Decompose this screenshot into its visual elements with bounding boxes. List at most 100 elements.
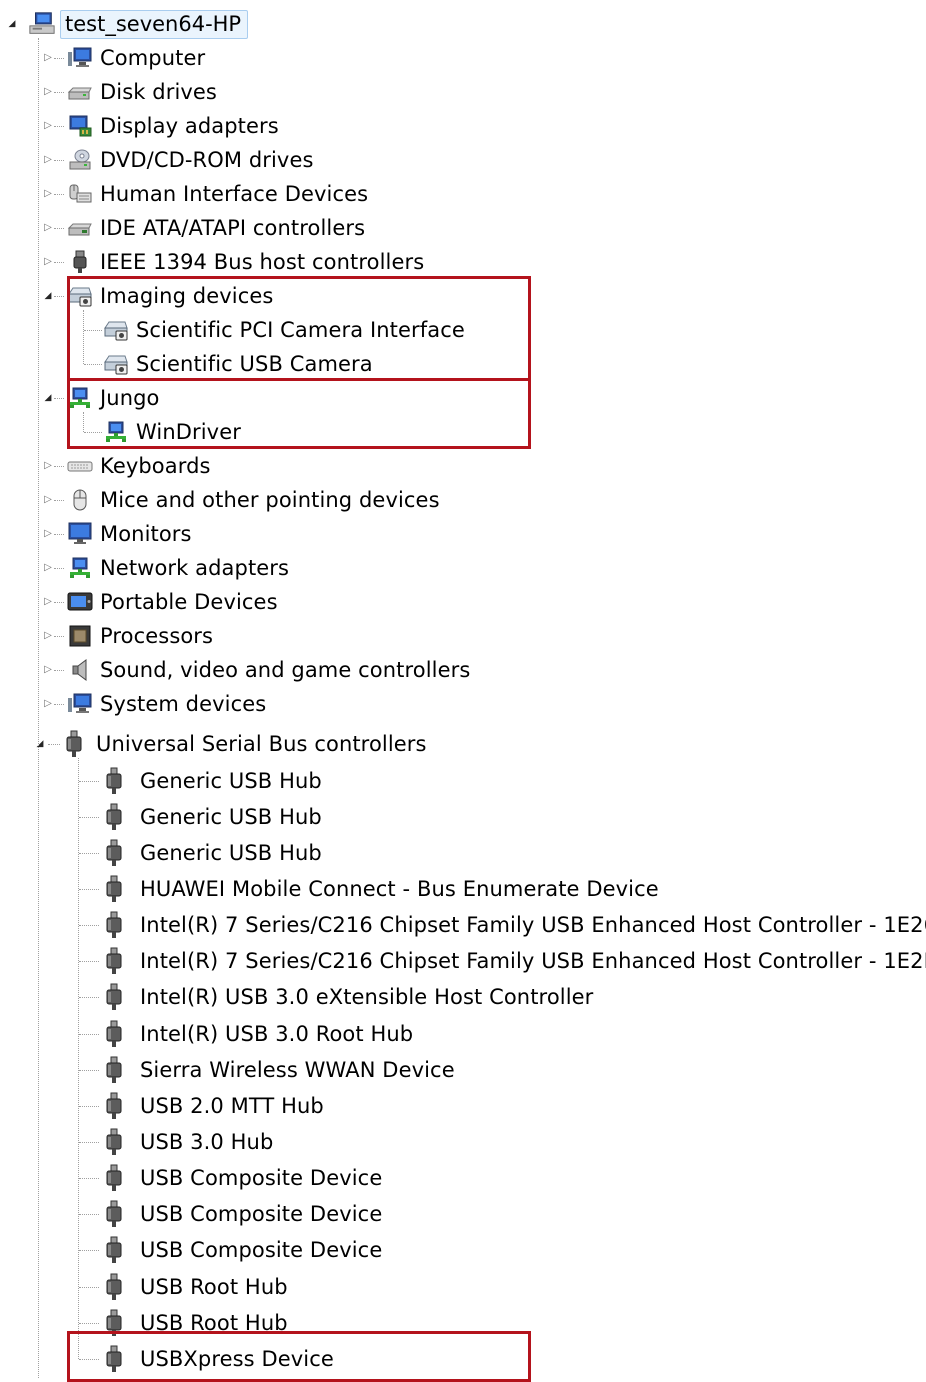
tree-connector: [54, 194, 64, 195]
usb-device-usb-root-hub[interactable]: USB Root Hub: [100, 1272, 288, 1302]
usb-device-intel-r-usb-3-0-extensible-host-controller[interactable]: Intel(R) USB 3.0 eXtensible Host Control…: [100, 982, 593, 1012]
usb-device-usb-root-hub[interactable]: USB Root Hub: [100, 1308, 288, 1338]
expander-jungo[interactable]: ◢: [42, 391, 54, 405]
expander-disk-drives[interactable]: ▷: [42, 85, 54, 99]
tree-connector: [79, 961, 99, 963]
expander-human-interface-devices[interactable]: ▷: [42, 187, 54, 201]
category-network-adapters-label: Network adapters: [100, 556, 290, 580]
usb-device-intel-r-usb-3-0-root-hub[interactable]: Intel(R) USB 3.0 Root Hub: [100, 1019, 413, 1049]
category-sound-video-and-game-controllers[interactable]: Sound, video and game controllers: [66, 655, 470, 685]
category-dvd-cd-rom-drives[interactable]: DVD/CD-ROM drives: [66, 145, 314, 175]
usb-device-generic-usb-hub[interactable]: Generic USB Hub: [100, 802, 322, 832]
category-human-interface-devices-label: Human Interface Devices: [100, 182, 369, 206]
display-adapter-icon: [66, 112, 94, 140]
tree-connector: [79, 1358, 99, 1360]
usb-plug-icon: [100, 1309, 128, 1337]
processor-icon: [66, 622, 94, 650]
category-jungo-label: Jungo: [100, 386, 160, 410]
tree-connector: [54, 636, 64, 637]
category-network-adapters[interactable]: Network adapters: [66, 553, 289, 583]
category-human-interface-devices[interactable]: Human Interface Devices: [66, 179, 368, 209]
usb-plug-icon: [100, 1092, 128, 1120]
category-jungo[interactable]: Jungo: [66, 383, 160, 413]
root-computer-icon: [28, 10, 56, 38]
category-display-adapters[interactable]: Display adapters: [66, 111, 279, 141]
category-usb-controllers[interactable]: Universal Serial Bus controllers: [60, 729, 427, 759]
usb-device-intel-r-usb-3-0-root-hub-label: Intel(R) USB 3.0 Root Hub: [140, 1021, 414, 1046]
usb-plug-icon: [100, 983, 128, 1011]
expander-usb-controllers[interactable]: ◢: [34, 737, 46, 751]
category-ieee-1394-bus-host-controllers[interactable]: IEEE 1394 Bus host controllers: [66, 247, 424, 277]
device-scientific-usb-camera[interactable]: Scientific USB Camera: [102, 349, 373, 379]
expander-portable-devices[interactable]: ▷: [42, 595, 54, 609]
expander-keyboards[interactable]: ▷: [42, 459, 54, 473]
usb-plug-icon: [100, 1128, 128, 1156]
usb-device-generic-usb-hub-label: Generic USB Hub: [140, 840, 322, 865]
expander-imaging-devices[interactable]: ◢: [42, 289, 54, 303]
tree-connector: [54, 500, 64, 501]
tree-connector: [84, 330, 102, 331]
usb-device-intel-r-7-series-c216-chipset-family-usb-enhanced-host-controller-1e26[interactable]: Intel(R) 7 Series/C216 Chipset Family US…: [100, 910, 926, 940]
usb-plug-icon: [100, 1236, 128, 1264]
device-scientific-pci-camera-interface[interactable]: Scientific PCI Camera Interface: [102, 315, 465, 345]
ieee1394-icon: [66, 248, 94, 276]
expander-ieee-1394-bus-host-controllers[interactable]: ▷: [42, 255, 54, 269]
expander-computer[interactable]: ▷: [42, 51, 54, 65]
usb-device-usb-composite-device[interactable]: USB Composite Device: [100, 1199, 382, 1229]
category-disk-drives[interactable]: Disk drives: [66, 77, 217, 107]
tree-connector: [79, 1069, 99, 1071]
speaker-icon: [66, 656, 94, 684]
tree-connector: [79, 780, 99, 782]
usb-device-usb-composite-device[interactable]: USB Composite Device: [100, 1235, 382, 1265]
expander-dvd-cd-rom-drives[interactable]: ▷: [42, 153, 54, 167]
category-computer[interactable]: Computer: [66, 43, 205, 73]
expander-display-adapters[interactable]: ▷: [42, 119, 54, 133]
computer-icon: [66, 690, 94, 718]
usb-device-generic-usb-hub[interactable]: Generic USB Hub: [100, 838, 322, 868]
tree-connector: [79, 1250, 99, 1252]
usb-plug-icon: [100, 1164, 128, 1192]
root-expander[interactable]: ◢: [6, 17, 18, 31]
category-mice-and-other-pointing-devices[interactable]: Mice and other pointing devices: [66, 485, 440, 515]
tree-connector: [78, 758, 79, 1359]
usb-device-sierra-wireless-wwan-device-label: Sierra Wireless WWAN Device: [140, 1057, 455, 1082]
hid-icon: [66, 180, 94, 208]
expander-sound-video-and-game-controllers[interactable]: ▷: [42, 663, 54, 677]
category-imaging-devices[interactable]: Imaging devices: [66, 281, 273, 311]
tree-connector: [79, 1286, 99, 1288]
tree-root[interactable]: test_seven64-HP: [28, 9, 249, 39]
usb-device-usb-2-0-mtt-hub-label: USB 2.0 MTT Hub: [140, 1093, 324, 1118]
category-monitors[interactable]: Monitors: [66, 519, 192, 549]
expander-network-adapters[interactable]: ▷: [42, 561, 54, 575]
category-keyboards[interactable]: Keyboards: [66, 451, 211, 481]
network-icon: [66, 554, 94, 582]
camera-icon: [102, 350, 130, 378]
usb-device-intel-r-7-series-c216-chipset-family-usb-enhanced-host-controller-1e2d[interactable]: Intel(R) 7 Series/C216 Chipset Family US…: [100, 946, 926, 976]
category-portable-devices[interactable]: Portable Devices: [66, 587, 278, 617]
usb-plug-icon: [100, 947, 128, 975]
keyboard-icon: [66, 452, 94, 480]
expander-monitors[interactable]: ▷: [42, 527, 54, 541]
usb-device-huawei-mobile-connect-bus-enumerate-device[interactable]: HUAWEI Mobile Connect - Bus Enumerate De…: [100, 874, 659, 904]
usb-device-usbxpress-device[interactable]: USBXpress Device: [100, 1344, 334, 1374]
usb-device-usb-3-0-hub[interactable]: USB 3.0 Hub: [100, 1127, 273, 1157]
network-icon: [66, 384, 94, 412]
usb-device-usb-composite-device[interactable]: USB Composite Device: [100, 1163, 382, 1193]
expander-mice-and-other-pointing-devices[interactable]: ▷: [42, 493, 54, 507]
tree-connector: [84, 432, 102, 433]
usb-device-intel-r-usb-3-0-extensible-host-controller-label: Intel(R) USB 3.0 eXtensible Host Control…: [140, 985, 594, 1010]
expander-ide-ata-atapi-controllers[interactable]: ▷: [42, 221, 54, 235]
category-ide-ata-atapi-controllers[interactable]: IDE ATA/ATAPI controllers: [66, 213, 365, 243]
expander-system-devices[interactable]: ▷: [42, 697, 54, 711]
category-system-devices[interactable]: System devices: [66, 689, 266, 719]
tree-connector: [54, 398, 64, 399]
category-processors[interactable]: Processors: [66, 621, 213, 651]
expander-processors[interactable]: ▷: [42, 629, 54, 643]
category-keyboards-label: Keyboards: [100, 454, 211, 478]
usb-device-usb-root-hub-label: USB Root Hub: [140, 1274, 288, 1299]
device-windriver[interactable]: WinDriver: [102, 417, 241, 447]
usb-device-sierra-wireless-wwan-device[interactable]: Sierra Wireless WWAN Device: [100, 1055, 455, 1085]
usb-device-generic-usb-hub[interactable]: Generic USB Hub: [100, 766, 322, 796]
usb-device-intel-r-7-series-c216-chipset-family-usb-enhanced-host-controller-1e2d-label: Intel(R) 7 Series/C216 Chipset Family US…: [140, 949, 926, 974]
usb-device-usb-2-0-mtt-hub[interactable]: USB 2.0 MTT Hub: [100, 1091, 324, 1121]
